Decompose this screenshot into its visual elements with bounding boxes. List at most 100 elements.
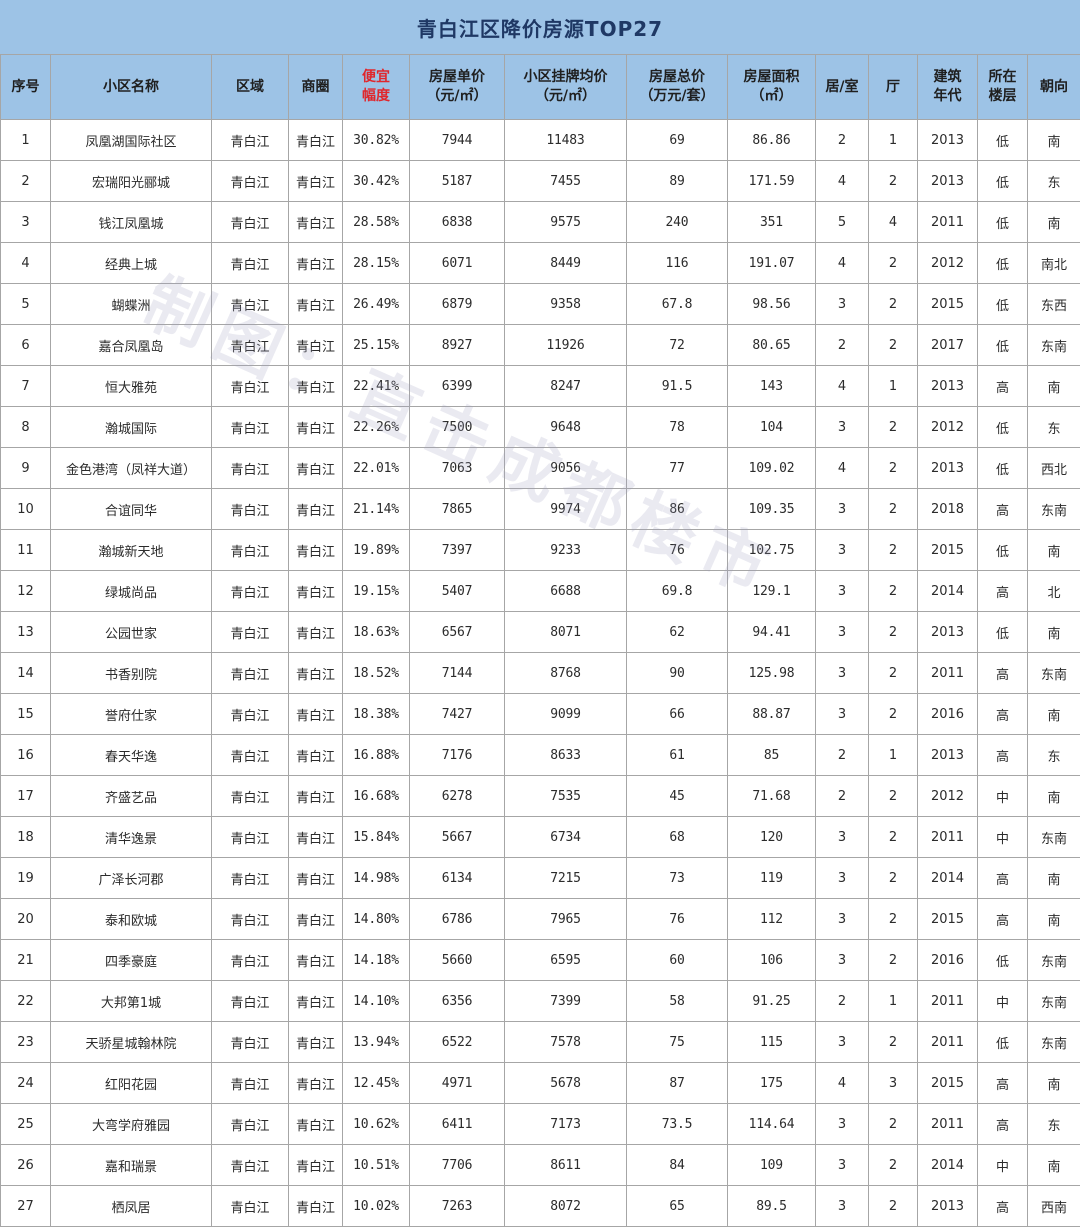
column-header-line1: 所在	[978, 68, 1027, 87]
cell-year: 2018	[918, 489, 978, 530]
cell-total_price: 72	[627, 325, 728, 366]
cell-floor: 低	[978, 1022, 1028, 1063]
cell-orient: 南北	[1028, 243, 1080, 284]
cell-area: 青白江	[289, 1145, 343, 1186]
column-header-region: 区域	[212, 55, 289, 120]
cell-total_price: 90	[627, 653, 728, 694]
cell-size: 125.98	[728, 653, 816, 694]
cell-total_price: 77	[627, 448, 728, 489]
cell-floor: 高	[978, 858, 1028, 899]
cell-region: 青白江	[212, 325, 289, 366]
cell-halls: 2	[869, 407, 918, 448]
cell-orient: 南	[1028, 1063, 1080, 1104]
cell-halls: 2	[869, 899, 918, 940]
cell-region: 青白江	[212, 202, 289, 243]
cell-total_price: 45	[627, 776, 728, 817]
cell-avg_price: 7965	[505, 899, 627, 940]
cell-floor: 高	[978, 1104, 1028, 1145]
cell-idx: 3	[1, 202, 51, 243]
cell-area: 青白江	[289, 858, 343, 899]
cell-discount: 10.62%	[343, 1104, 410, 1145]
cell-size: 191.07	[728, 243, 816, 284]
cell-name: 红阳花园	[51, 1063, 212, 1104]
cell-size: 171.59	[728, 161, 816, 202]
cell-total_price: 69.8	[627, 571, 728, 612]
cell-discount: 28.15%	[343, 243, 410, 284]
cell-floor: 低	[978, 284, 1028, 325]
cell-year: 2014	[918, 858, 978, 899]
cell-rooms: 3	[816, 694, 869, 735]
cell-area: 青白江	[289, 325, 343, 366]
cell-floor: 高	[978, 653, 1028, 694]
column-header-line1: 房屋单价	[410, 68, 504, 87]
cell-idx: 12	[1, 571, 51, 612]
cell-unit_price: 7944	[410, 120, 505, 161]
cell-name: 齐盛艺品	[51, 776, 212, 817]
cell-year: 2013	[918, 366, 978, 407]
cell-name: 瀚城国际	[51, 407, 212, 448]
cell-avg_price: 8071	[505, 612, 627, 653]
cell-idx: 19	[1, 858, 51, 899]
cell-total_price: 78	[627, 407, 728, 448]
cell-orient: 东西	[1028, 284, 1080, 325]
cell-total_price: 76	[627, 899, 728, 940]
cell-year: 2012	[918, 243, 978, 284]
cell-size: 143	[728, 366, 816, 407]
cell-region: 青白江	[212, 776, 289, 817]
column-header-line1: 建筑	[918, 68, 977, 87]
cell-halls: 2	[869, 1104, 918, 1145]
cell-year: 2011	[918, 817, 978, 858]
cell-unit_price: 7427	[410, 694, 505, 735]
header-row: 序号小区名称区域商圈便宜幅度房屋单价（元/㎡）小区挂牌均价（元/㎡）房屋总价（万…	[1, 55, 1080, 120]
cell-avg_price: 8611	[505, 1145, 627, 1186]
cell-unit_price: 5660	[410, 940, 505, 981]
column-header-line2: （㎡）	[728, 87, 815, 106]
cell-discount: 18.63%	[343, 612, 410, 653]
cell-rooms: 4	[816, 448, 869, 489]
cell-area: 青白江	[289, 243, 343, 284]
cell-unit_price: 5407	[410, 571, 505, 612]
cell-orient: 东	[1028, 735, 1080, 776]
cell-region: 青白江	[212, 489, 289, 530]
cell-total_price: 89	[627, 161, 728, 202]
cell-rooms: 3	[816, 407, 869, 448]
table-row: 2宏瑞阳光郦城青白江青白江30.42%5187745589171.5942201…	[1, 161, 1080, 202]
cell-idx: 6	[1, 325, 51, 366]
cell-orient: 东南	[1028, 489, 1080, 530]
cell-area: 青白江	[289, 284, 343, 325]
cell-halls: 2	[869, 161, 918, 202]
cell-rooms: 3	[816, 1145, 869, 1186]
table-body: 1凤凰湖国际社区青白江青白江30.82%7944114836986.862120…	[1, 120, 1080, 1227]
cell-idx: 5	[1, 284, 51, 325]
cell-unit_price: 6411	[410, 1104, 505, 1145]
cell-floor: 高	[978, 899, 1028, 940]
cell-discount: 13.94%	[343, 1022, 410, 1063]
cell-region: 青白江	[212, 1022, 289, 1063]
cell-name: 大弯学府雅园	[51, 1104, 212, 1145]
cell-orient: 东南	[1028, 325, 1080, 366]
cell-year: 2012	[918, 407, 978, 448]
cell-halls: 2	[869, 776, 918, 817]
cell-rooms: 3	[816, 940, 869, 981]
cell-avg_price: 8449	[505, 243, 627, 284]
cell-idx: 14	[1, 653, 51, 694]
table-row: 26嘉和瑞景青白江青白江10.51%7706861184109322014中南	[1, 1145, 1080, 1186]
cell-year: 2012	[918, 776, 978, 817]
cell-floor: 高	[978, 1063, 1028, 1104]
table-row: 7恒大雅苑青白江青白江22.41%6399824791.5143412013高南	[1, 366, 1080, 407]
cell-discount: 22.01%	[343, 448, 410, 489]
cell-unit_price: 6134	[410, 858, 505, 899]
cell-halls: 1	[869, 735, 918, 776]
cell-rooms: 2	[816, 776, 869, 817]
cell-halls: 3	[869, 1063, 918, 1104]
cell-discount: 25.15%	[343, 325, 410, 366]
cell-rooms: 2	[816, 735, 869, 776]
cell-total_price: 58	[627, 981, 728, 1022]
cell-area: 青白江	[289, 653, 343, 694]
column-header-discount: 便宜幅度	[343, 55, 410, 120]
cell-discount: 12.45%	[343, 1063, 410, 1104]
cell-size: 114.64	[728, 1104, 816, 1145]
cell-year: 2011	[918, 1104, 978, 1145]
cell-idx: 26	[1, 1145, 51, 1186]
cell-orient: 南	[1028, 612, 1080, 653]
